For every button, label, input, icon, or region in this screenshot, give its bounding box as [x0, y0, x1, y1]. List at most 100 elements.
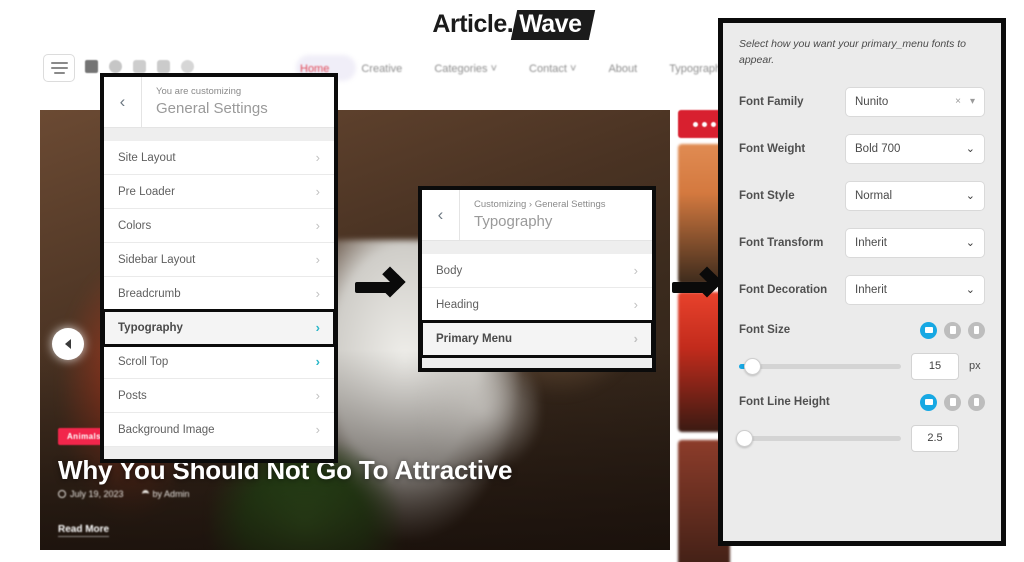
chevron-right-icon: ›: [633, 331, 638, 347]
sidebar-item-typography[interactable]: Typography ›: [102, 309, 336, 348]
mobile-icon[interactable]: [968, 393, 985, 411]
chevron-down-icon[interactable]: ▾: [970, 96, 975, 107]
font-family-value: Nunito: [855, 95, 889, 108]
font-style-select[interactable]: Normal ⌄: [845, 180, 985, 211]
pinterest-icon[interactable]: [181, 60, 194, 73]
hero-author: by Admin: [141, 489, 190, 499]
desktop-icon[interactable]: [920, 393, 937, 411]
font-family-select[interactable]: Nunito × ▾: [845, 86, 985, 117]
hamburger-icon[interactable]: [43, 54, 75, 82]
logo-prefix: Article.: [432, 10, 514, 38]
font-transform-select[interactable]: Inherit ⌄: [845, 227, 985, 258]
panel-divider: [422, 241, 652, 255]
chevron-right-icon: ›: [633, 297, 638, 313]
sidebar-item-colors[interactable]: Colors ›: [104, 209, 334, 244]
read-more-link[interactable]: Read More: [58, 524, 110, 537]
tablet-glyph: [949, 398, 956, 406]
item-label: Breadcrumb: [118, 287, 181, 300]
nav-item-creative[interactable]: Creative: [361, 63, 402, 75]
sidebar-item-breadcrumb[interactable]: Breadcrumb ›: [104, 277, 334, 312]
field-label: Font Family: [739, 95, 804, 108]
item-label: Heading: [436, 298, 479, 311]
badge-dot: [701, 121, 707, 127]
tablet-icon[interactable]: [944, 393, 961, 411]
badge-dot: [710, 121, 716, 127]
font-size-input[interactable]: 15: [911, 352, 959, 380]
field-label: Font Weight: [739, 142, 806, 155]
carousel-prev-button[interactable]: [52, 328, 84, 360]
panel-footer: [104, 447, 334, 460]
chevron-right-icon: ›: [315, 184, 320, 200]
panel-section-list: Site Layout › Pre Loader › Colors › Side…: [102, 141, 336, 448]
back-chevron-icon[interactable]: ‹: [422, 190, 460, 241]
tablet-icon[interactable]: [944, 321, 961, 339]
site-logo[interactable]: Article. Wave: [425, 8, 600, 42]
nav-item-categories-label: Categories: [434, 63, 488, 75]
clear-icon[interactable]: ×: [955, 96, 961, 107]
youtube-icon[interactable]: [157, 60, 170, 73]
font-transform-value: Inherit: [855, 236, 887, 249]
instagram-icon[interactable]: [133, 60, 146, 73]
item-label: Body: [436, 264, 463, 277]
hamburger-bar: [50, 62, 68, 64]
panel-kicker: You are customizing: [156, 86, 242, 97]
sidebar-item-posts[interactable]: Posts ›: [104, 379, 334, 414]
sidebar-item-primary-menu[interactable]: Primary Menu ›: [420, 320, 654, 359]
logo-badge: Wave: [510, 10, 596, 40]
logo-text: Article. Wave: [432, 10, 596, 40]
facebook-icon[interactable]: [85, 60, 98, 73]
font-line-height-input[interactable]: 2.5: [911, 424, 959, 452]
sidebar-item-scroll-top[interactable]: Scroll Top ›: [104, 345, 334, 380]
font-decoration-select[interactable]: Inherit ⌄: [845, 274, 985, 305]
hero-date: July 19, 2023: [58, 489, 124, 499]
field-label: Font Decoration: [739, 283, 828, 296]
slider-handle[interactable]: [736, 429, 754, 447]
nav-item-contact[interactable]: Contact ˅: [529, 63, 576, 75]
sidebar-item-heading[interactable]: Heading ›: [422, 288, 652, 323]
panel-description: Select how you want your primary_menu fo…: [739, 38, 967, 66]
mobile-icon[interactable]: [968, 321, 985, 339]
sidebar-item-body[interactable]: Body ›: [422, 254, 652, 289]
hero-meta: July 19, 2023 by Admin: [58, 489, 190, 499]
primary-menu[interactable]: Home Creative Categories ˅ Contact ˅ Abo…: [300, 63, 727, 75]
font-size-slider[interactable]: [739, 357, 901, 375]
field-label: Font Size: [739, 324, 791, 336]
chevron-right-icon: ›: [315, 252, 320, 268]
nav-item-categories[interactable]: Categories ˅: [434, 63, 497, 75]
desktop-icon[interactable]: [920, 321, 937, 339]
field-label: Font Style: [739, 189, 795, 202]
slider-header: Font Size: [739, 321, 985, 339]
panel-divider: [104, 128, 334, 142]
hero-author-text: by Admin: [152, 489, 190, 499]
clock-icon: [58, 490, 66, 498]
font-weight-select[interactable]: Bold 700 ⌄: [845, 133, 985, 164]
badge-dot: [692, 121, 698, 127]
sidebar-item-sidebar-layout[interactable]: Sidebar Layout ›: [104, 243, 334, 278]
font-weight-value: Bold 700: [855, 142, 901, 155]
social-links[interactable]: [85, 60, 194, 73]
panel-section-list: Body › Heading › Primary Menu ›: [420, 254, 654, 359]
responsive-device-toggle[interactable]: [920, 393, 985, 411]
panel-header: ‹ Customizing › General Settings Typogra…: [422, 190, 652, 242]
item-label: Pre Loader: [118, 185, 175, 198]
desktop-glyph: [924, 399, 933, 405]
back-chevron-icon[interactable]: ‹: [104, 77, 142, 128]
responsive-device-toggle[interactable]: [920, 321, 985, 339]
chevron-down-icon: ⌄: [965, 143, 975, 155]
customizer-panel-general-settings: ‹ You are customizing General Settings S…: [100, 73, 338, 464]
sidebar-item-background-image[interactable]: Background Image ›: [104, 413, 334, 448]
sidebar-item-pre-loader[interactable]: Pre Loader ›: [104, 175, 334, 210]
font-line-height-slider[interactable]: [736, 429, 901, 447]
sidebar-item-site-layout[interactable]: Site Layout ›: [104, 141, 334, 176]
chevron-down-icon: ⌄: [965, 284, 975, 296]
hamburger-bar: [53, 72, 65, 74]
slider-handle[interactable]: [744, 357, 762, 375]
mobile-glyph: [974, 326, 979, 334]
item-label: Posts: [118, 389, 147, 402]
item-label: Background Image: [118, 423, 215, 436]
twitter-icon[interactable]: [109, 60, 122, 73]
nav-item-about[interactable]: About: [608, 63, 637, 75]
item-label: Scroll Top: [118, 355, 169, 368]
chevron-down-icon: ⌄: [965, 237, 975, 249]
chevron-down-icon: ⌄: [965, 190, 975, 202]
